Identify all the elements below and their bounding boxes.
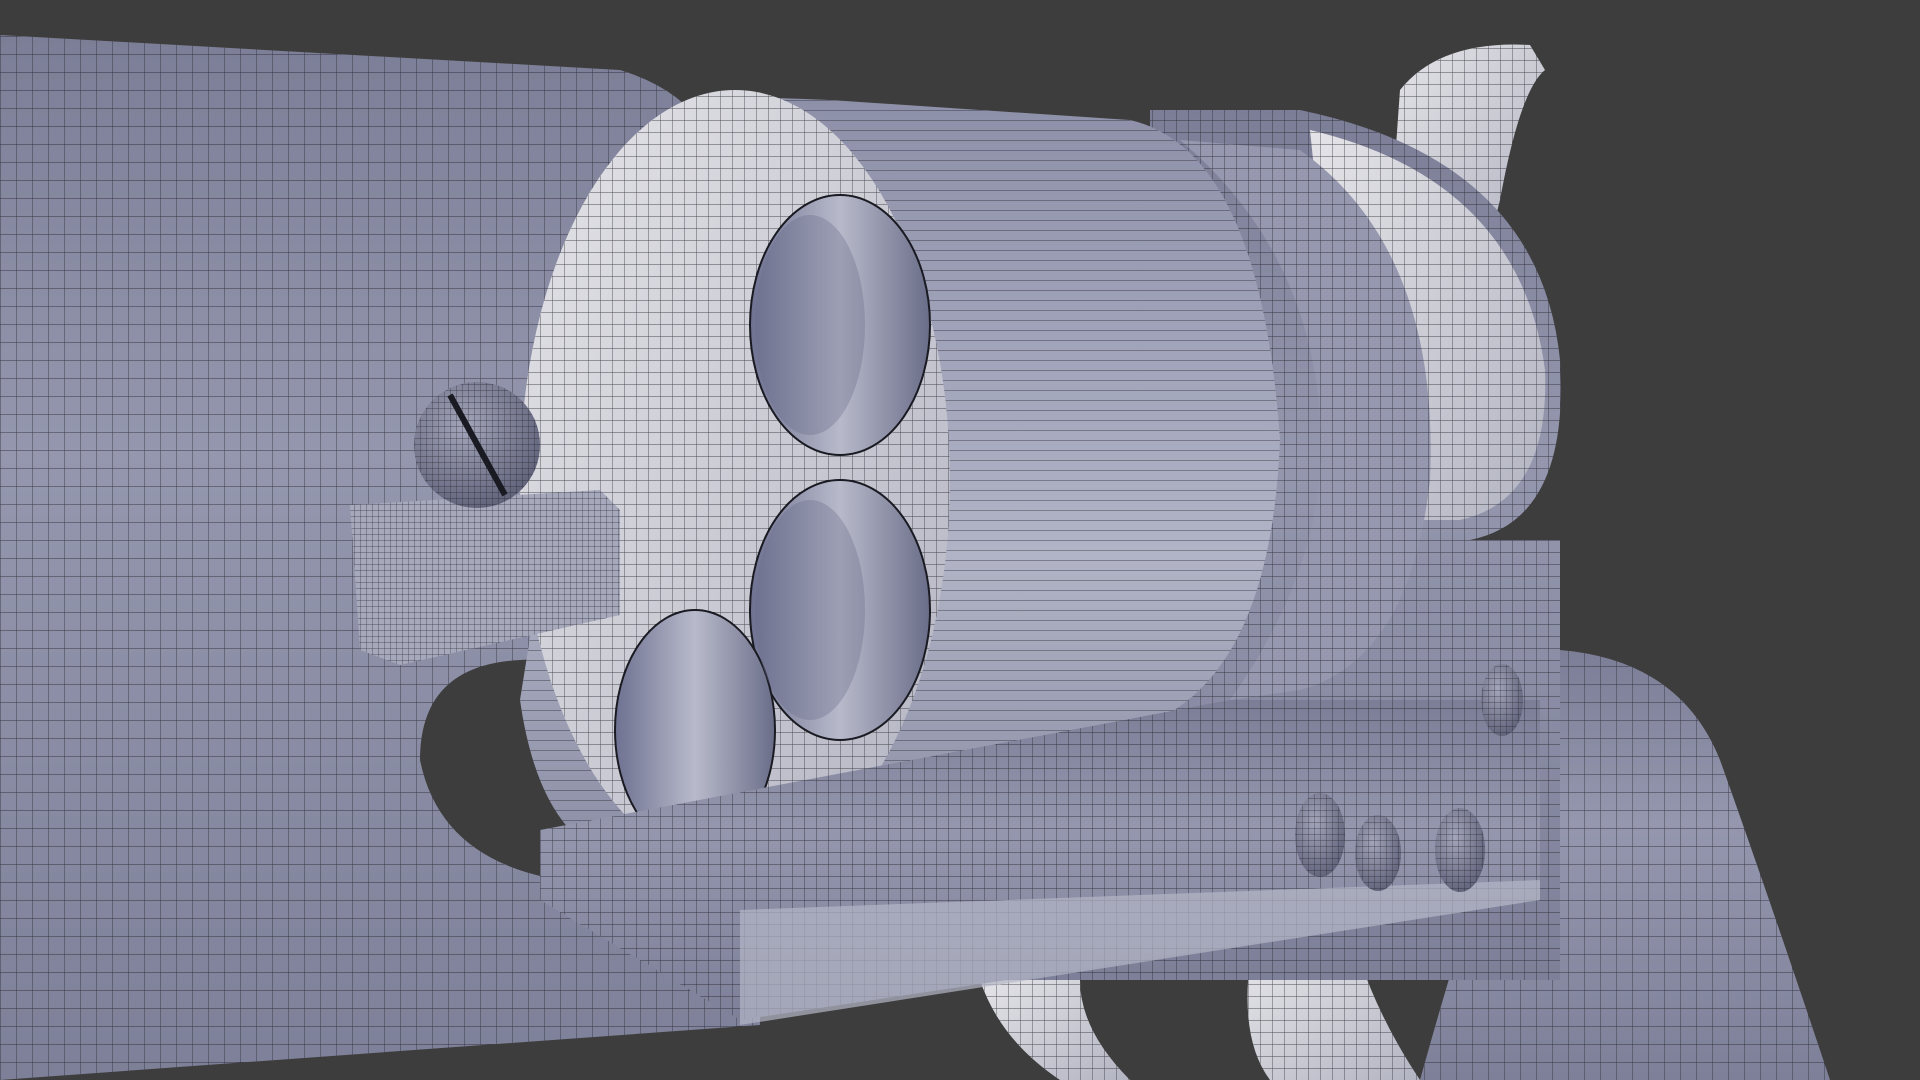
frame-screw-1 xyxy=(1295,793,1345,877)
revolver-render xyxy=(0,35,1830,1080)
frame-screw-2 xyxy=(1355,815,1401,891)
wedge-screw xyxy=(414,382,540,508)
frame-screw-3 xyxy=(1435,808,1485,892)
3d-viewport[interactable] xyxy=(0,0,1920,1080)
frame-screw-4 xyxy=(1481,664,1523,736)
